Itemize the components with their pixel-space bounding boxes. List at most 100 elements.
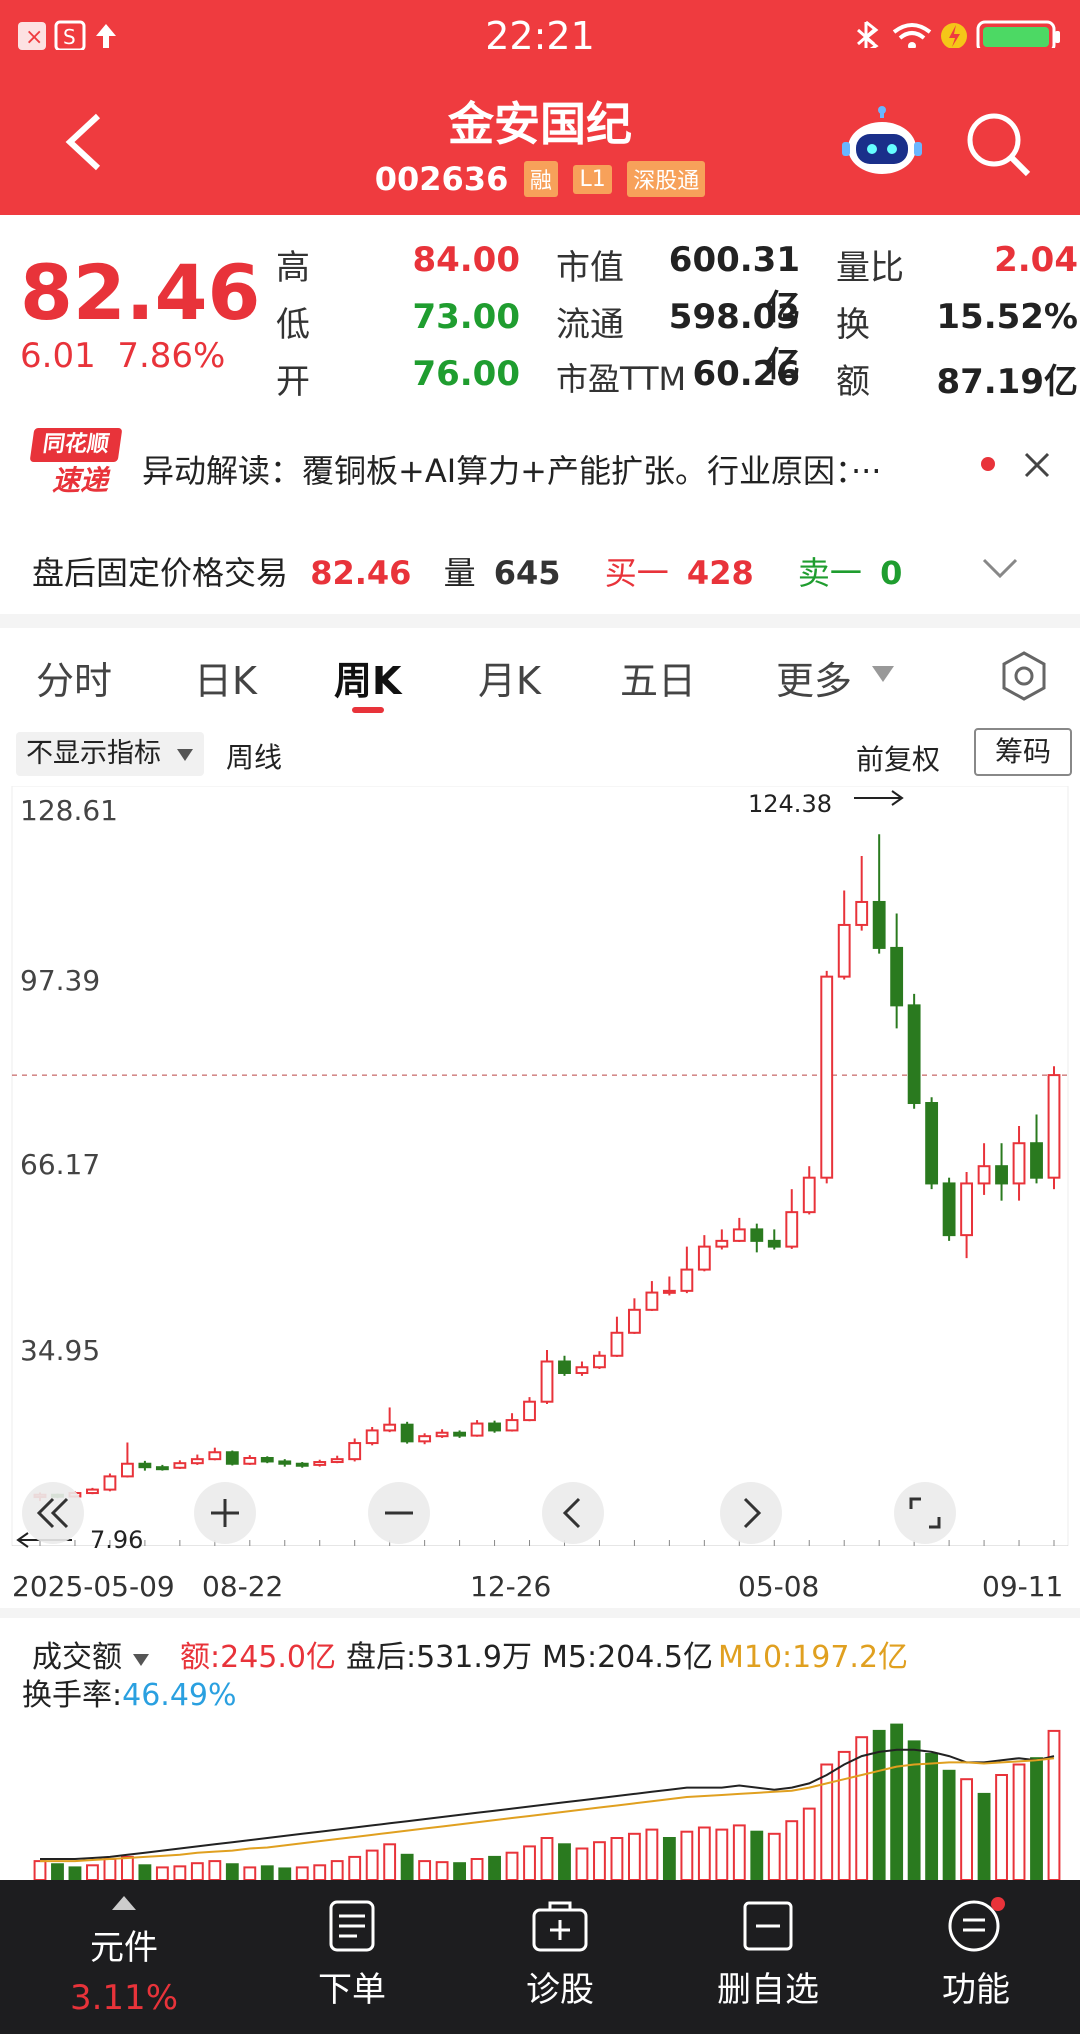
tab-weekly-k[interactable]: 周K	[334, 650, 401, 705]
zoom-out-button[interactable]	[368, 1482, 430, 1544]
volume-bar	[802, 1807, 816, 1880]
volume-bar	[453, 1862, 467, 1880]
candle-body	[977, 1165, 991, 1185]
tab-five-day[interactable]: 五日	[620, 650, 696, 705]
close-icon[interactable]	[1022, 450, 1052, 480]
volume-bar	[400, 1853, 414, 1880]
volume-after: 盘后:531.9万	[346, 1632, 532, 1676]
settings-hexagon-icon[interactable]	[998, 650, 1050, 702]
tab-intraday[interactable]: 分时	[36, 650, 112, 705]
volume-bar	[1047, 1729, 1061, 1880]
y-tick-label: 97.39	[20, 964, 101, 997]
news-text[interactable]: 异动解读：覆铜板+AI算力+产能扩张。行业原因：···	[142, 446, 881, 492]
price-change: 6.01 7.86%	[20, 336, 225, 376]
zoom-in-button[interactable]	[194, 1482, 256, 1544]
nav-remove-watchlist[interactable]: 删自选	[668, 1880, 868, 2034]
volume-m10-label: M10:	[718, 1640, 793, 1675]
tab-monthly-k[interactable]: 月K	[478, 650, 541, 705]
nav-diagnose[interactable]: 诊股	[460, 1880, 660, 2034]
candle-body	[488, 1422, 501, 1432]
fullscreen-button[interactable]	[894, 1482, 956, 1544]
scroll-left-fast-button[interactable]	[22, 1482, 84, 1544]
after-hours-label: 盘后固定价格交易	[32, 554, 289, 592]
volume-ratio-value: 2.04	[994, 240, 1078, 280]
volume-bar	[138, 1864, 152, 1880]
caret-down-icon	[872, 666, 894, 682]
candle-body	[680, 1268, 694, 1292]
nav-functions[interactable]: 功能	[876, 1880, 1076, 2034]
order-document-icon	[329, 1900, 375, 1952]
candle-body	[767, 1239, 781, 1248]
volume-bar	[715, 1828, 729, 1880]
pe-label: 市盈TTM	[556, 360, 687, 398]
volume-bar	[51, 1863, 64, 1880]
tab-more[interactable]: 更多	[776, 650, 852, 705]
volume-bar	[365, 1849, 379, 1880]
scroll-left-button[interactable]	[542, 1482, 604, 1544]
volume-bar	[977, 1792, 991, 1880]
candle-body	[155, 1466, 169, 1471]
chart-frame	[11, 786, 1069, 1546]
amount-value: 87.19亿	[936, 362, 1078, 402]
candle-body	[190, 1458, 204, 1465]
candle-body	[523, 1400, 536, 1422]
nav-order[interactable]: 下单	[252, 1880, 452, 2034]
volume-bar	[33, 1860, 47, 1880]
adjust-mode[interactable]: 前复权	[856, 738, 940, 778]
candle-body	[750, 1228, 764, 1242]
volume-bar	[435, 1861, 449, 1880]
volume-bar	[767, 1832, 781, 1880]
candle-body	[278, 1460, 292, 1465]
change-value: 6.01	[20, 336, 96, 376]
arrow-right-icon	[854, 790, 904, 806]
search-icon[interactable]	[964, 110, 1034, 180]
chips-button[interactable]: 筹码	[974, 728, 1072, 776]
system-status-icons	[857, 20, 1060, 48]
chevron-down-icon[interactable]	[982, 556, 1018, 580]
candle-body	[732, 1228, 746, 1242]
indicator-select[interactable]: 不显示指标	[16, 732, 204, 776]
volume-bar	[732, 1824, 746, 1880]
candlestick-chart[interactable]	[0, 786, 1080, 1546]
nav-component[interactable]: 元件 3.11%	[24, 1880, 224, 2034]
volume-bar	[750, 1830, 764, 1880]
scroll-right-button[interactable]	[720, 1482, 782, 1544]
news-badge-top: 同花顺	[29, 428, 123, 462]
volume-bar	[120, 1855, 134, 1880]
candle-body	[558, 1360, 571, 1374]
x-tick-label: 05-08	[738, 1570, 820, 1603]
volume-bar	[540, 1837, 554, 1880]
diagnose-kit-icon	[532, 1901, 588, 1952]
volume-bar	[925, 1753, 939, 1880]
after-hours-row: 盘后固定价格交易 82.46 量 645 买一 428 卖一 0	[32, 548, 902, 594]
minus-square-icon	[743, 1901, 793, 1951]
low-label: 低	[276, 305, 310, 345]
volume-bar	[697, 1826, 711, 1880]
candle-body	[313, 1461, 327, 1466]
tab-daily-k[interactable]: 日K	[194, 650, 257, 705]
caret-up-icon	[112, 1896, 136, 1910]
volume-bar	[68, 1866, 82, 1880]
candle-body	[995, 1165, 1008, 1185]
candle-body	[173, 1462, 187, 1469]
after-hours-price: 82.46	[310, 554, 412, 592]
robot-assistant-icon[interactable]	[842, 106, 922, 178]
unread-dot-icon	[981, 457, 995, 471]
candle-body	[1030, 1142, 1043, 1179]
nav-component-sub: 3.11%	[69, 1978, 178, 2018]
sell1-label: 卖一	[797, 554, 862, 592]
volume-bar	[313, 1864, 327, 1880]
turnover-value: 15.52%	[936, 297, 1078, 337]
candle-body	[260, 1457, 274, 1463]
candle-body	[820, 975, 834, 1179]
sell1-value: 0	[880, 554, 903, 592]
volume-m5-label: M5:	[542, 1640, 598, 1675]
volume-bar	[610, 1837, 624, 1880]
nav-functions-label: 功能	[942, 1970, 1010, 2010]
y-tick-label: 34.95	[20, 1334, 101, 1367]
candle-body	[120, 1462, 134, 1478]
volume-chart[interactable]	[0, 1700, 1080, 1880]
candle-body	[925, 1102, 939, 1185]
tag-connect: 深股通	[627, 161, 706, 197]
candle-body	[697, 1245, 711, 1271]
